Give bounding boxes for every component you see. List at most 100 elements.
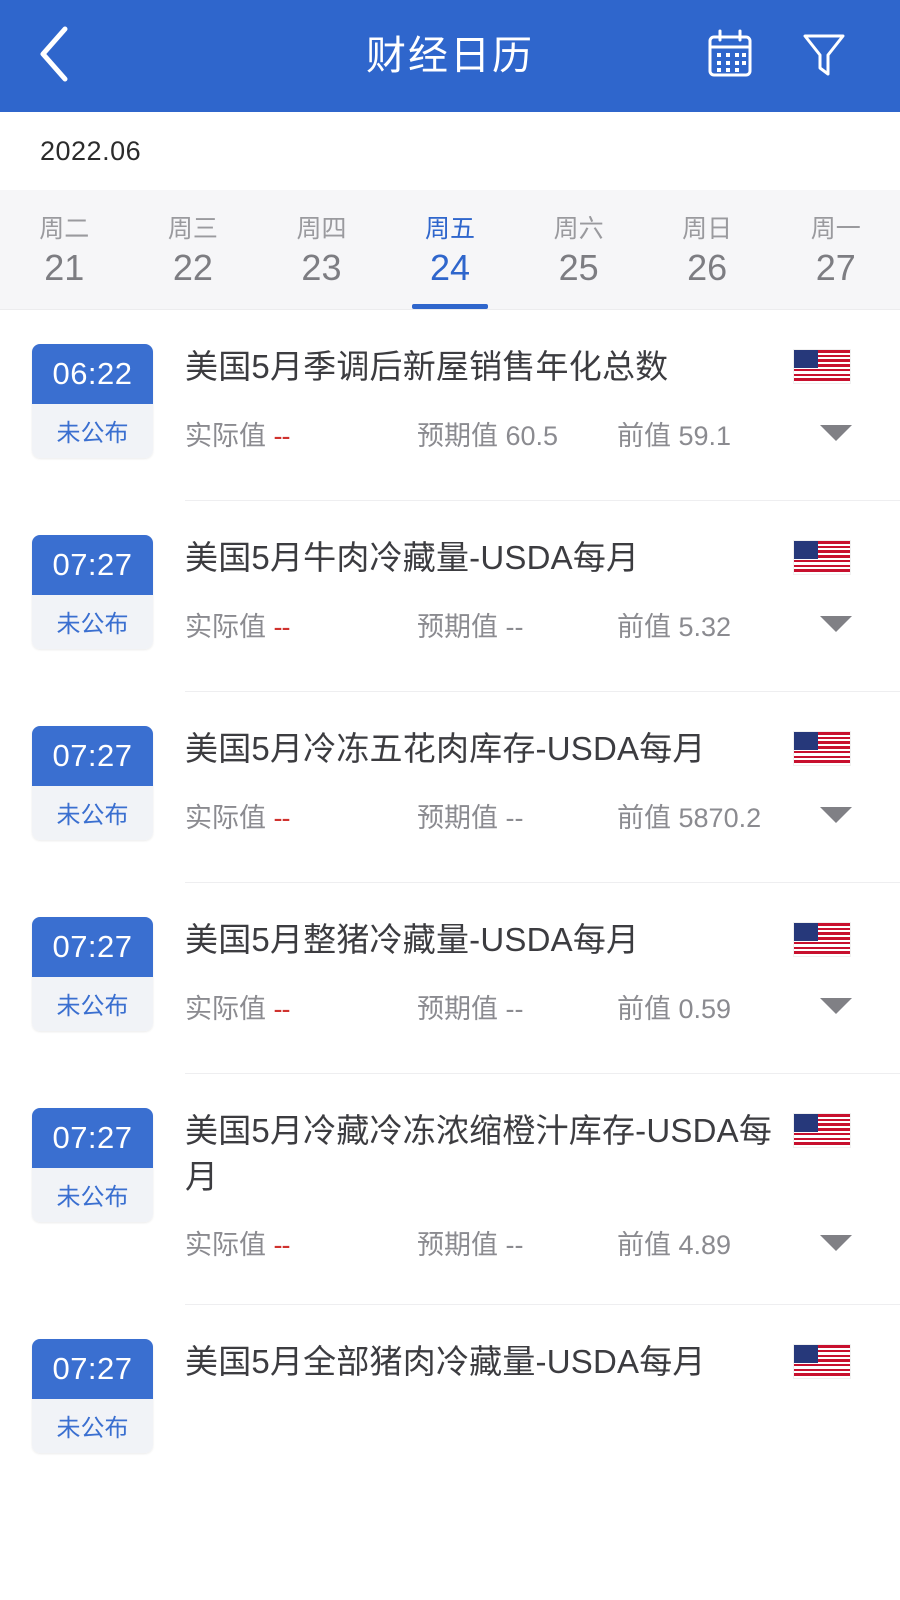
- event-status-badge: 未公布: [32, 786, 153, 840]
- previous-value-label: 前值: [617, 611, 671, 642]
- forecast-value-group: 预期值 --: [417, 1223, 617, 1262]
- day-tab-27[interactable]: 周一 27: [771, 190, 900, 309]
- forecast-value-label: 预期值: [417, 802, 498, 833]
- day-active-underline: [412, 304, 489, 309]
- time-status-badge[interactable]: 06:22 未公布: [32, 344, 153, 458]
- previous-value-label: 前值: [617, 993, 671, 1024]
- day-number-label: 27: [815, 246, 856, 288]
- month-bar: 2022.06: [0, 112, 900, 190]
- day-tab-26[interactable]: 周日 26: [643, 190, 772, 309]
- us-flag-icon: [794, 732, 850, 765]
- actual-value: --: [273, 611, 291, 642]
- actual-value-label: 实际值: [185, 802, 266, 833]
- expand-chevron-down-icon[interactable]: [820, 998, 852, 1015]
- event-time: 07:27: [32, 1108, 153, 1168]
- event-title-line: 美国5月牛肉冷藏量-USDA每月: [185, 535, 880, 581]
- country-flag: [794, 1108, 880, 1147]
- event-row[interactable]: 07:27 未公布 美国5月牛肉冷藏量-USDA每月 实际值 -- 预期值 -- 前值 5…: [0, 501, 900, 649]
- expand-chevron-down-icon[interactable]: [820, 425, 852, 442]
- time-status-badge[interactable]: 07:27 未公布: [32, 535, 153, 649]
- chevron-left-icon: [32, 23, 76, 90]
- event-row[interactable]: 06:22 未公布 美国5月季调后新屋销售年化总数 实际值 -- 预期值 60.5 前值 …: [0, 310, 900, 458]
- filter-button[interactable]: [796, 28, 852, 84]
- event-title-line: 美国5月整猪冷藏量-USDA每月: [185, 917, 880, 963]
- previous-value: 5870.2: [678, 802, 762, 833]
- actual-value-group: 实际值 --: [185, 605, 417, 644]
- time-status-badge[interactable]: 07:27 未公布: [32, 1339, 153, 1454]
- event-status-badge: 未公布: [32, 1399, 153, 1454]
- day-weekday-label: 周日: [682, 214, 733, 243]
- time-status-badge[interactable]: 07:27 未公布: [32, 1108, 153, 1222]
- event-values-line: 实际值 -- 预期值 -- 前值 0.59: [185, 987, 880, 1026]
- event-list: 06:22 未公布 美国5月季调后新屋销售年化总数 实际值 -- 预期值 60.5 前值 …: [0, 310, 900, 1454]
- day-weekday-label: 周二: [39, 214, 90, 243]
- event-body: 美国5月整猪冷藏量-USDA每月 实际值 -- 预期值 -- 前值 0.59: [185, 917, 900, 1026]
- app-header: 财经日历: [0, 0, 900, 112]
- forecast-value-label: 预期值: [417, 420, 498, 451]
- day-number-label: 24: [430, 246, 471, 288]
- event-time: 07:27: [32, 726, 153, 786]
- day-weekday-label: 周六: [553, 214, 604, 243]
- forecast-value-label: 预期值: [417, 1230, 498, 1261]
- previous-value-group: 前值 4.89: [617, 1223, 820, 1262]
- calendar-icon: [705, 28, 755, 85]
- forecast-value-group: 预期值 --: [417, 605, 617, 644]
- day-tab-25[interactable]: 周六 25: [514, 190, 643, 309]
- event-time-column: 07:27 未公布: [0, 535, 185, 649]
- previous-value-label: 前值: [617, 1230, 671, 1261]
- event-body: 美国5月牛肉冷藏量-USDA每月 实际值 -- 预期值 -- 前值 5.32: [185, 535, 900, 644]
- month-label: 2022.06: [40, 135, 142, 166]
- event-values-line: 实际值 -- 预期值 -- 前值 5870.2: [185, 796, 880, 835]
- event-values-line: 实际值 -- 预期值 -- 前值 5.32: [185, 605, 880, 644]
- previous-value: 59.1: [678, 420, 732, 451]
- event-body: 美国5月季调后新屋销售年化总数 实际值 -- 预期值 60.5 前值 59.1: [185, 344, 900, 453]
- actual-value-label: 实际值: [185, 993, 266, 1024]
- back-button[interactable]: [0, 0, 108, 112]
- time-status-badge[interactable]: 07:27 未公布: [32, 726, 153, 840]
- day-number-label: 21: [44, 246, 85, 288]
- time-status-badge[interactable]: 07:27 未公布: [32, 917, 153, 1031]
- event-time-column: 07:27 未公布: [0, 917, 185, 1031]
- forecast-value-group: 预期值 60.5: [417, 414, 617, 453]
- event-body: 美国5月冷藏冷冻浓缩橙汁库存-USDA每月 实际值 -- 预期值 -- 前值 4.89: [185, 1108, 900, 1262]
- actual-value: --: [273, 1230, 291, 1261]
- event-title: 美国5月冷冻五花肉库存-USDA每月: [185, 730, 706, 767]
- event-status-badge: 未公布: [32, 404, 153, 458]
- day-tab-21[interactable]: 周二 21: [0, 190, 129, 309]
- expand-chevron-down-icon[interactable]: [820, 1234, 852, 1251]
- event-status-badge: 未公布: [32, 595, 153, 649]
- country-flag: [794, 726, 880, 765]
- day-tab-23[interactable]: 周四 23: [257, 190, 386, 309]
- event-title-line: 美国5月冷冻五花肉库存-USDA每月: [185, 726, 880, 772]
- forecast-value: --: [505, 1230, 524, 1261]
- forecast-value: --: [505, 993, 524, 1024]
- forecast-value: --: [505, 802, 524, 833]
- actual-value-label: 实际值: [185, 420, 266, 451]
- expand-chevron-down-icon[interactable]: [820, 807, 852, 824]
- previous-value: 5.32: [678, 611, 732, 642]
- actual-value: --: [273, 420, 291, 451]
- previous-value-label: 前值: [617, 802, 671, 833]
- actual-value-group: 实际值 --: [185, 1223, 417, 1262]
- us-flag-icon: [794, 1345, 850, 1379]
- calendar-button[interactable]: [702, 28, 758, 84]
- us-flag-icon: [794, 541, 850, 574]
- previous-value-group: 前值 5.32: [617, 605, 820, 644]
- actual-value-label: 实际值: [185, 611, 266, 642]
- event-row[interactable]: 07:27 未公布 美国5月冷藏冷冻浓缩橙汁库存-USDA每月实际值 -- 预期值 -…: [0, 1074, 900, 1262]
- previous-value: 0.59: [678, 993, 732, 1024]
- previous-value-group: 前值 0.59: [617, 987, 820, 1026]
- day-tab-22[interactable]: 周三 22: [129, 190, 258, 309]
- day-tab-24[interactable]: 周五 24: [386, 190, 515, 309]
- country-flag: [794, 344, 880, 383]
- event-row[interactable]: 07:27 未公布 美国5月整猪冷藏量-USDA每月 实际值 -- 预期值 -- 前值 0…: [0, 883, 900, 1031]
- event-row[interactable]: 07:27未公布美国5月全部猪肉冷藏量-USDA每月实际值 --预期值 --前值…: [0, 1305, 900, 1454]
- previous-value-label: 前值: [617, 420, 671, 451]
- event-title: 美国5月冷藏冷冻浓缩橙汁库存-USDA每月: [185, 1112, 773, 1195]
- expand-chevron-down-icon[interactable]: [820, 616, 852, 633]
- actual-value: --: [273, 802, 291, 833]
- event-row[interactable]: 07:27 未公布 美国5月冷冻五花肉库存-USDA每月 实际值 -- 预期值 -- 前值…: [0, 692, 900, 840]
- event-body: 美国5月全部猪肉冷藏量-USDA每月实际值 --预期值 --前值 --: [185, 1339, 900, 1385]
- event-time-column: 07:27 未公布: [0, 726, 185, 840]
- forecast-value-label: 预期值: [417, 611, 498, 642]
